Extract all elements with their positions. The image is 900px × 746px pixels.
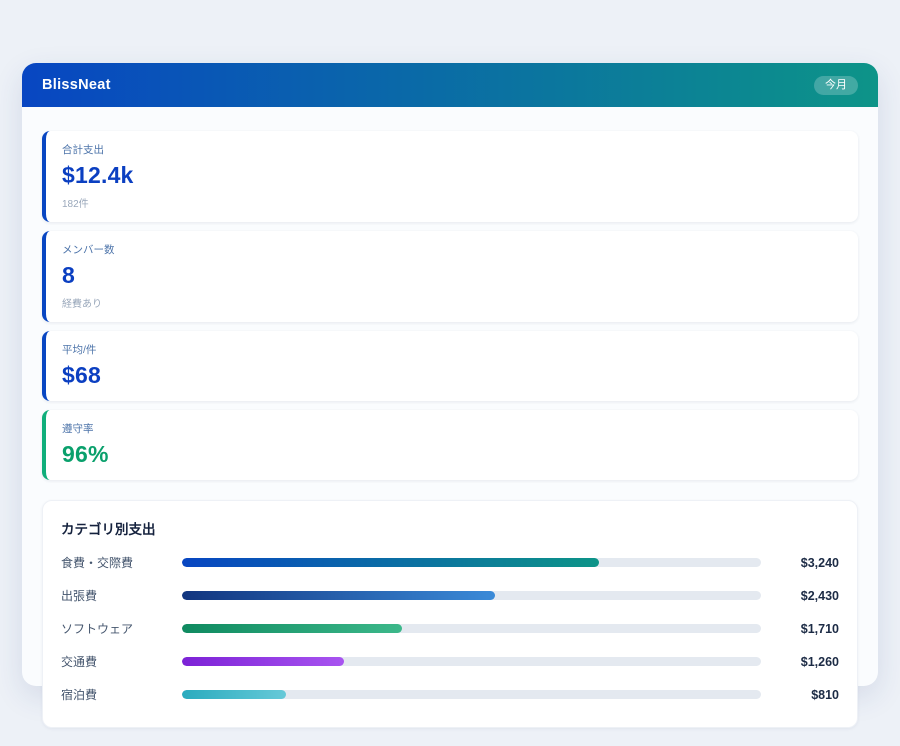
dashboard-content: 合計支出 $12.4k 182件 メンバー数 8 経費あり 平均/件 $68 遵… bbox=[22, 107, 878, 728]
category-row: 出張費 $2,430 bbox=[61, 587, 839, 604]
category-label: 宿泊費 bbox=[61, 686, 182, 703]
category-row: 食費・交際費 $3,240 bbox=[61, 554, 839, 571]
stat-label: 平均/件 bbox=[62, 342, 842, 357]
category-value: $3,240 bbox=[775, 556, 839, 570]
category-bar-track bbox=[182, 690, 761, 699]
category-bar-track bbox=[182, 657, 761, 666]
category-bar-fill bbox=[182, 591, 495, 600]
category-bar-fill bbox=[182, 624, 402, 633]
category-bar-track bbox=[182, 591, 761, 600]
category-value: $1,260 bbox=[775, 655, 839, 669]
category-row: 交通費 $1,260 bbox=[61, 653, 839, 670]
stat-label: メンバー数 bbox=[62, 242, 842, 257]
stat-label: 遵守率 bbox=[62, 421, 842, 436]
category-breakdown-title: カテゴリ別支出 bbox=[61, 518, 839, 538]
category-row: ソフトウェア $1,710 bbox=[61, 620, 839, 637]
category-value: $810 bbox=[775, 688, 839, 702]
stat-card-member-count: メンバー数 8 経費あり bbox=[42, 231, 858, 322]
category-value: $2,430 bbox=[775, 589, 839, 603]
stat-subtext: 182件 bbox=[62, 195, 842, 210]
category-breakdown-card: カテゴリ別支出 食費・交際費 $3,240 出張費 $2,430 ソフトウェア bbox=[42, 500, 858, 728]
category-label: 交通費 bbox=[61, 653, 182, 670]
stat-card-compliance-rate: 遵守率 96% bbox=[42, 410, 858, 480]
stat-value: 8 bbox=[62, 262, 842, 289]
app-header: BlissNeat 今月 bbox=[22, 63, 878, 107]
dashboard-card: BlissNeat 今月 合計支出 $12.4k 182件 メンバー数 8 経費… bbox=[22, 63, 878, 686]
app-title: BlissNeat bbox=[42, 77, 111, 93]
stat-subtext: 経費あり bbox=[62, 295, 842, 310]
category-value: $1,710 bbox=[775, 622, 839, 636]
category-row: 宿泊費 $810 bbox=[61, 686, 839, 703]
category-bar-fill bbox=[182, 657, 344, 666]
category-label: ソフトウェア bbox=[61, 620, 182, 637]
stat-value: 96% bbox=[62, 441, 842, 468]
period-badge[interactable]: 今月 bbox=[814, 76, 858, 95]
stat-card-average-per-item: 平均/件 $68 bbox=[42, 331, 858, 401]
category-label: 出張費 bbox=[61, 587, 182, 604]
stat-value: $68 bbox=[62, 362, 842, 389]
stat-label: 合計支出 bbox=[62, 142, 842, 157]
category-bar-track bbox=[182, 558, 761, 567]
category-label: 食費・交際費 bbox=[61, 554, 182, 571]
category-bar-fill bbox=[182, 558, 599, 567]
stat-card-total-spend: 合計支出 $12.4k 182件 bbox=[42, 131, 858, 222]
stat-value: $12.4k bbox=[62, 162, 842, 189]
category-bar-fill bbox=[182, 690, 286, 699]
category-bar-track bbox=[182, 624, 761, 633]
